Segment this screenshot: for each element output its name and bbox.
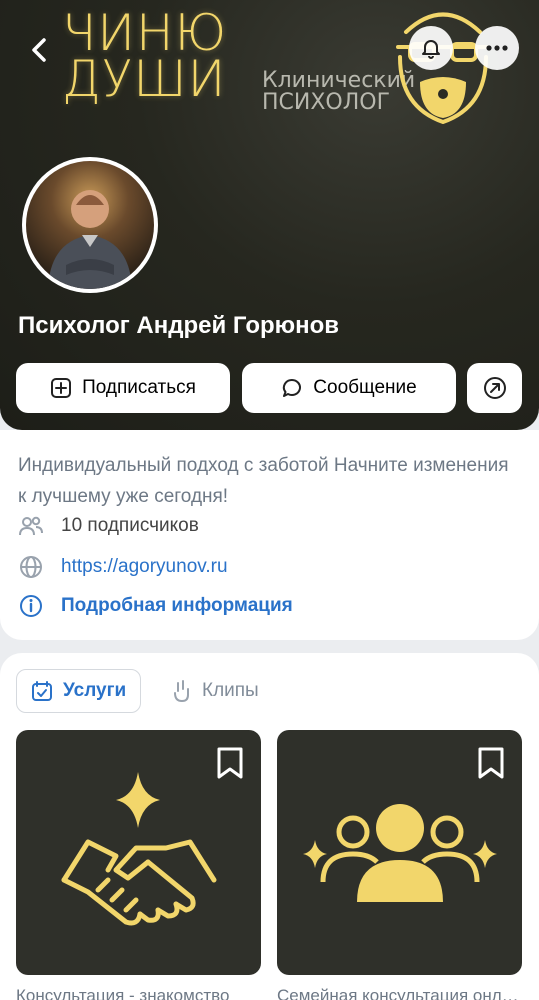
avatar[interactable] (22, 157, 158, 293)
bell-icon (422, 40, 440, 59)
share-button[interactable] (467, 363, 522, 413)
family-group-icon (303, 804, 497, 902)
message-button[interactable]: Сообщение (242, 363, 456, 413)
plus-square-icon (51, 378, 72, 398)
back-button[interactable] (17, 28, 61, 72)
tab-clips[interactable]: Клипы (156, 669, 273, 713)
avatar-photo (26, 161, 154, 289)
profile-name: Психолог Андрей Горюнов (18, 312, 340, 339)
website-row[interactable]: https://agoryunov.ru (18, 554, 228, 580)
calendar-check-icon (32, 681, 52, 701)
followers-row[interactable]: 10 подписчиков (18, 515, 199, 537)
tab-services-label: Услуги (63, 680, 127, 701)
service-card[interactable] (16, 730, 261, 975)
users-icon (19, 516, 43, 536)
clips-icon (174, 680, 189, 703)
subscribe-button[interactable]: Подписаться (16, 363, 230, 413)
cover-logo: ЧИНЮ ДУШИ (62, 8, 227, 108)
handshake-icon (61, 772, 217, 926)
subscribe-label: Подписаться (82, 377, 196, 398)
logo-line-2: ДУШИ (62, 50, 227, 108)
tab-services[interactable]: Услуги (16, 669, 142, 713)
profile-cover: ЧИНЮ ДУШИ Клинический ПСИХОЛОГ Психолог … (0, 0, 539, 430)
profile-bio: Индивидуальный подход с заботой Начните … (18, 455, 509, 507)
info-circle-icon (20, 595, 42, 617)
tab-clips-label: Клипы (202, 680, 259, 701)
more-horizontal-icon (486, 45, 508, 51)
service-card-title: Консультация - знакомство (16, 986, 230, 1000)
share-arrow-icon (483, 377, 506, 399)
chevron-left-icon (32, 38, 46, 62)
service-card[interactable] (277, 730, 522, 975)
details-row[interactable]: Подробная информация (18, 593, 293, 619)
followers-count: 10 подписчиков (61, 515, 199, 536)
message-bubble-icon (283, 378, 302, 397)
service-card-title: Семейная консультация онлайн (277, 986, 522, 1000)
details-link[interactable]: Подробная информация (61, 595, 293, 617)
message-label: Сообщение (313, 377, 417, 398)
notifications-button[interactable] (409, 26, 453, 70)
globe-icon (20, 556, 42, 578)
services-section: Услуги Клипы Консультация - знакомство С… (0, 653, 539, 1000)
profile-info: Индивидуальный подход с заботой Начните … (0, 430, 539, 640)
website-link[interactable]: https://agoryunov.ru (61, 556, 228, 578)
more-button[interactable] (475, 26, 519, 70)
